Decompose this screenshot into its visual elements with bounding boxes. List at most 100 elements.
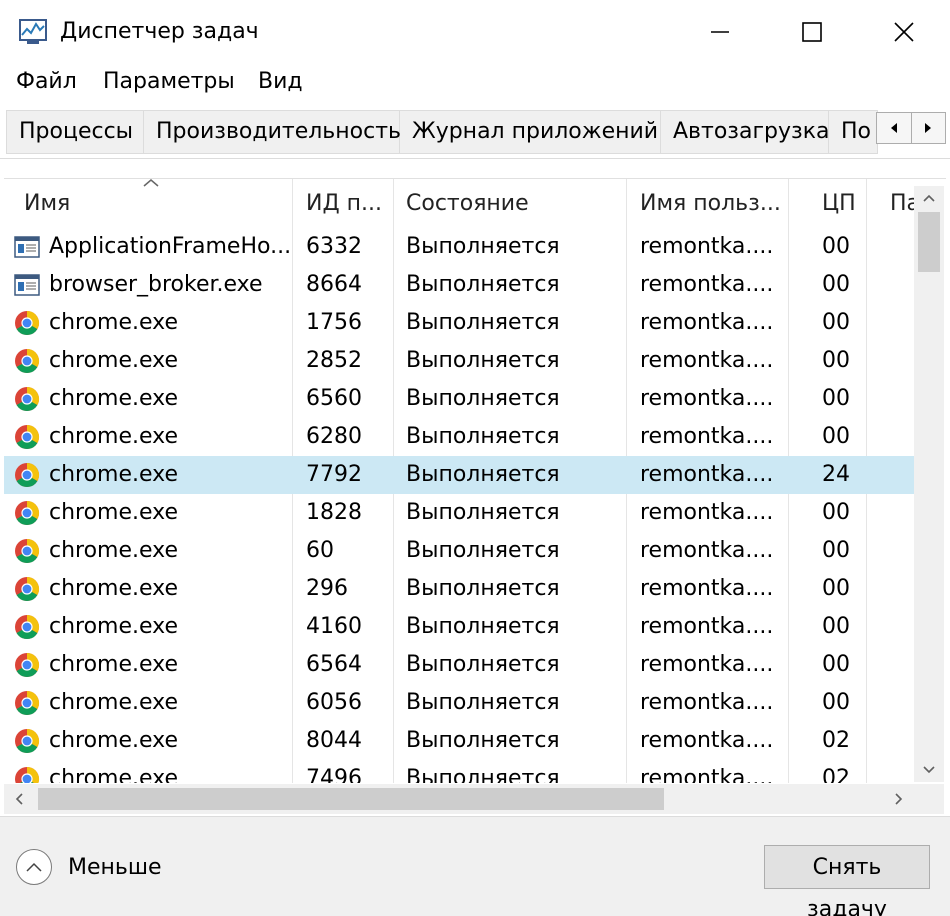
table-row[interactable]: chrome.exe 7792 Выполняется remontka.... 24 <box>4 456 914 494</box>
scroll-down-button[interactable] <box>914 758 944 782</box>
table-row[interactable]: ApplicationFrameHo... 6332 Выполняется remo… <box>4 228 914 266</box>
process-pid: 6056 <box>306 690 362 715</box>
process-name: chrome.exe <box>49 348 179 373</box>
column-header-memory[interactable]: Па <box>890 181 916 227</box>
vertical-scrollbar[interactable] <box>914 186 944 782</box>
chrome-icon <box>15 539 40 564</box>
table-row[interactable]: chrome.exe 296 Выполняется remontka.... 00 <box>4 570 914 608</box>
minimize-button[interactable] <box>674 0 766 64</box>
process-status: Выполняется <box>406 272 560 297</box>
chrome-icon <box>15 387 40 412</box>
close-icon <box>894 22 914 42</box>
column-header-pid[interactable]: ИД п... <box>306 181 392 227</box>
process-cpu: 02 <box>822 728 850 753</box>
scroll-left-button[interactable] <box>4 784 34 814</box>
tab-app-history[interactable]: Журнал приложений <box>400 111 661 153</box>
table-row[interactable]: chrome.exe 4160 Выполняется remontka.... 00 <box>4 608 914 646</box>
menu-options[interactable]: Параметры <box>103 64 235 100</box>
table-row[interactable]: chrome.exe 7496 Выполняется remontka.... 02 <box>4 760 914 783</box>
process-name: chrome.exe <box>49 500 179 525</box>
tab-processes[interactable]: Процессы <box>7 111 144 153</box>
collapse-circle-icon <box>16 849 52 885</box>
column-header-status[interactable]: Состояние <box>406 181 626 227</box>
process-user: remontka.... <box>640 348 774 373</box>
process-user: remontka.... <box>640 728 774 753</box>
table-row[interactable]: chrome.exe 6564 Выполняется remontka.... 00 <box>4 646 914 684</box>
process-status: Выполняется <box>406 424 560 449</box>
tab-users[interactable]: По <box>829 111 877 153</box>
horizontal-scroll-thumb[interactable] <box>38 788 664 810</box>
tab-bar: Процессы Производительность Журнал прило… <box>0 100 950 160</box>
process-user: remontka.... <box>640 538 774 563</box>
process-pid: 60 <box>306 538 334 563</box>
process-pid: 7496 <box>306 766 362 783</box>
horizontal-scrollbar[interactable] <box>4 784 914 814</box>
process-pid: 296 <box>306 576 348 601</box>
tab-scroll-right-button[interactable] <box>910 113 946 143</box>
menu-view[interactable]: Вид <box>258 64 303 100</box>
process-status: Выполняется <box>406 310 560 335</box>
table-row[interactable]: chrome.exe 6056 Выполняется remontka.... 00 <box>4 684 914 722</box>
column-header-cpu[interactable]: ЦП <box>822 181 866 227</box>
table-row[interactable]: chrome.exe 60 Выполняется remontka.... 00 <box>4 532 914 570</box>
process-user: remontka.... <box>640 234 774 259</box>
table-row[interactable]: chrome.exe 1828 Выполняется remontka.... 00 <box>4 494 914 532</box>
process-cpu: 00 <box>822 272 850 297</box>
title-bar[interactable]: Диспетчер задач <box>0 0 950 64</box>
table-row[interactable]: chrome.exe 2852 Выполняется remontka.... 00 <box>4 342 914 380</box>
process-pid: 6564 <box>306 652 362 677</box>
process-user: remontka.... <box>640 766 774 783</box>
process-user: remontka.... <box>640 500 774 525</box>
column-header-user[interactable]: Имя польз... <box>640 181 788 227</box>
caret-right-icon <box>925 123 932 133</box>
minimize-icon <box>711 31 729 33</box>
close-button[interactable] <box>858 0 950 64</box>
maximize-button[interactable] <box>766 0 858 64</box>
process-user: remontka.... <box>640 462 774 487</box>
task-manager-icon <box>19 19 47 44</box>
chrome-icon <box>15 311 40 336</box>
scroll-right-button[interactable] <box>884 784 914 814</box>
table-row[interactable]: chrome.exe 6280 Выполняется remontka.... 00 <box>4 418 914 456</box>
column-header-name[interactable]: Имя <box>24 181 284 227</box>
chrome-icon <box>15 767 39 783</box>
window-title: Диспетчер задач <box>60 19 259 44</box>
tab-startup[interactable]: Автозагрузка <box>661 111 829 153</box>
process-status: Выполняется <box>406 576 560 601</box>
table-row[interactable]: chrome.exe 6560 Выполняется remontka.... 00 <box>4 380 914 418</box>
process-pid: 8044 <box>306 728 362 753</box>
process-user: remontka.... <box>640 614 774 639</box>
vertical-scroll-thumb[interactable] <box>918 212 940 272</box>
process-status: Выполняется <box>406 348 560 373</box>
process-name: chrome.exe <box>49 766 179 783</box>
process-cpu: 24 <box>822 462 850 487</box>
process-pid: 1828 <box>306 500 362 525</box>
table-row[interactable]: browser_broker.exe 8664 Выполняется remontk… <box>4 266 914 304</box>
process-name: chrome.exe <box>49 424 179 449</box>
footer-bar: Меньше Снять задачу <box>0 816 950 916</box>
tab-scroll-left-button[interactable] <box>877 113 911 143</box>
tab-performance[interactable]: Производительность <box>144 111 401 153</box>
table-row[interactable]: chrome.exe 8044 Выполняется remontka.... 02 <box>4 722 914 760</box>
chrome-icon <box>15 349 40 374</box>
process-user: remontka.... <box>640 424 774 449</box>
caret-left-icon <box>890 123 897 133</box>
scroll-up-button[interactable] <box>914 186 944 210</box>
chrome-icon <box>15 463 40 488</box>
process-cpu: 00 <box>822 576 850 601</box>
chevron-down-icon <box>923 766 935 774</box>
table-row[interactable]: chrome.exe 1756 Выполняется remontka.... 00 <box>4 304 914 342</box>
fewer-details-button[interactable]: Меньше <box>16 847 162 887</box>
process-pid: 1756 <box>306 310 362 335</box>
process-status: Выполняется <box>406 766 560 783</box>
chrome-icon <box>15 425 40 450</box>
process-status: Выполняется <box>406 234 560 259</box>
app-window-icon <box>14 236 40 258</box>
process-user: remontka.... <box>640 690 774 715</box>
process-name: chrome.exe <box>49 576 179 601</box>
tab-strip: Процессы Производительность Журнал прило… <box>6 110 878 154</box>
process-cpu: 00 <box>822 500 850 525</box>
menu-file[interactable]: Файл <box>16 64 77 100</box>
end-task-button[interactable]: Снять задачу <box>764 845 930 916</box>
process-cpu: 00 <box>822 310 850 335</box>
